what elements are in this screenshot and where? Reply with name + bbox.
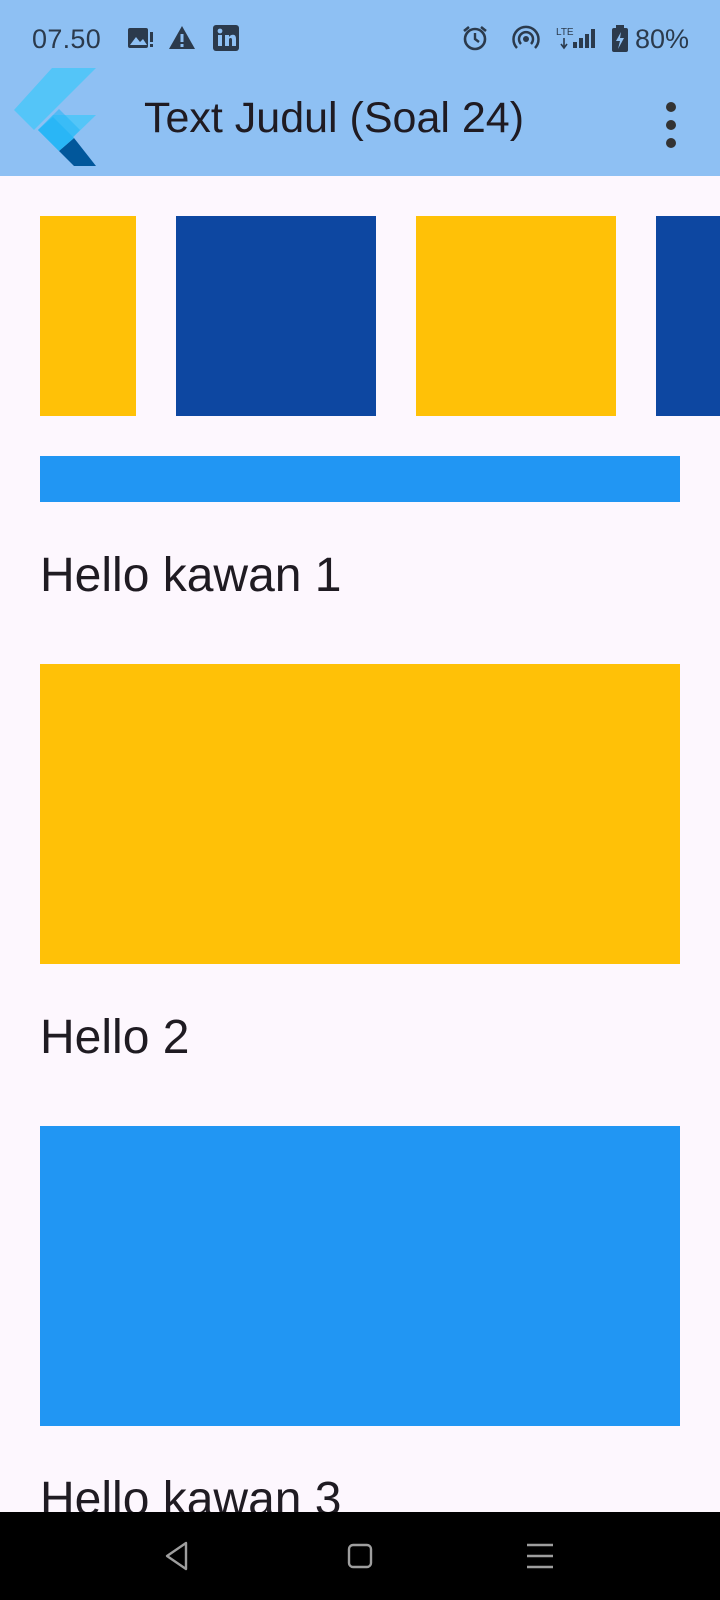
section-label-3: Hello kawan 3 [40,1473,342,1512]
home-icon[interactable] [338,1534,382,1578]
horizontal-box-dark-blue [656,216,720,416]
more-vert-icon[interactable] [656,100,686,150]
recents-icon[interactable] [518,1534,562,1578]
battery-icon [610,24,630,59]
status-bar: 07.50 LTE 80% [0,0,720,80]
horizontal-box-dark-blue [176,216,376,416]
flutter-logo-icon [14,68,98,175]
blue-divider-bar [40,456,680,502]
alarm-icon [461,24,489,57]
horizontal-box-list[interactable] [0,216,720,416]
status-time: 07.50 [32,24,102,54]
horizontal-box-amber [416,216,616,416]
app-title: Text Judul (Soal 24) [144,94,525,142]
navigation-bar [0,1512,720,1600]
app-bar: Text Judul (Soal 24) [0,68,720,176]
linkedin-icon [212,24,240,57]
hotspot-icon [511,24,541,59]
svg-text:LTE: LTE [556,27,574,38]
section-label-1: Hello kawan 1 [40,549,342,602]
section-label-2: Hello 2 [40,1011,190,1064]
battery-percent: 80% [635,24,690,54]
horizontal-box-amber [40,216,136,416]
amber-box [40,664,680,964]
back-icon[interactable] [156,1534,200,1578]
content-list[interactable]: Hello kawan 1 Hello 2 Hello kawan 3 [0,176,720,1512]
warning-icon [168,24,196,57]
blue-box [40,1126,680,1426]
gallery-alert-icon [126,24,154,57]
lte-signal-icon: LTE [556,24,602,59]
